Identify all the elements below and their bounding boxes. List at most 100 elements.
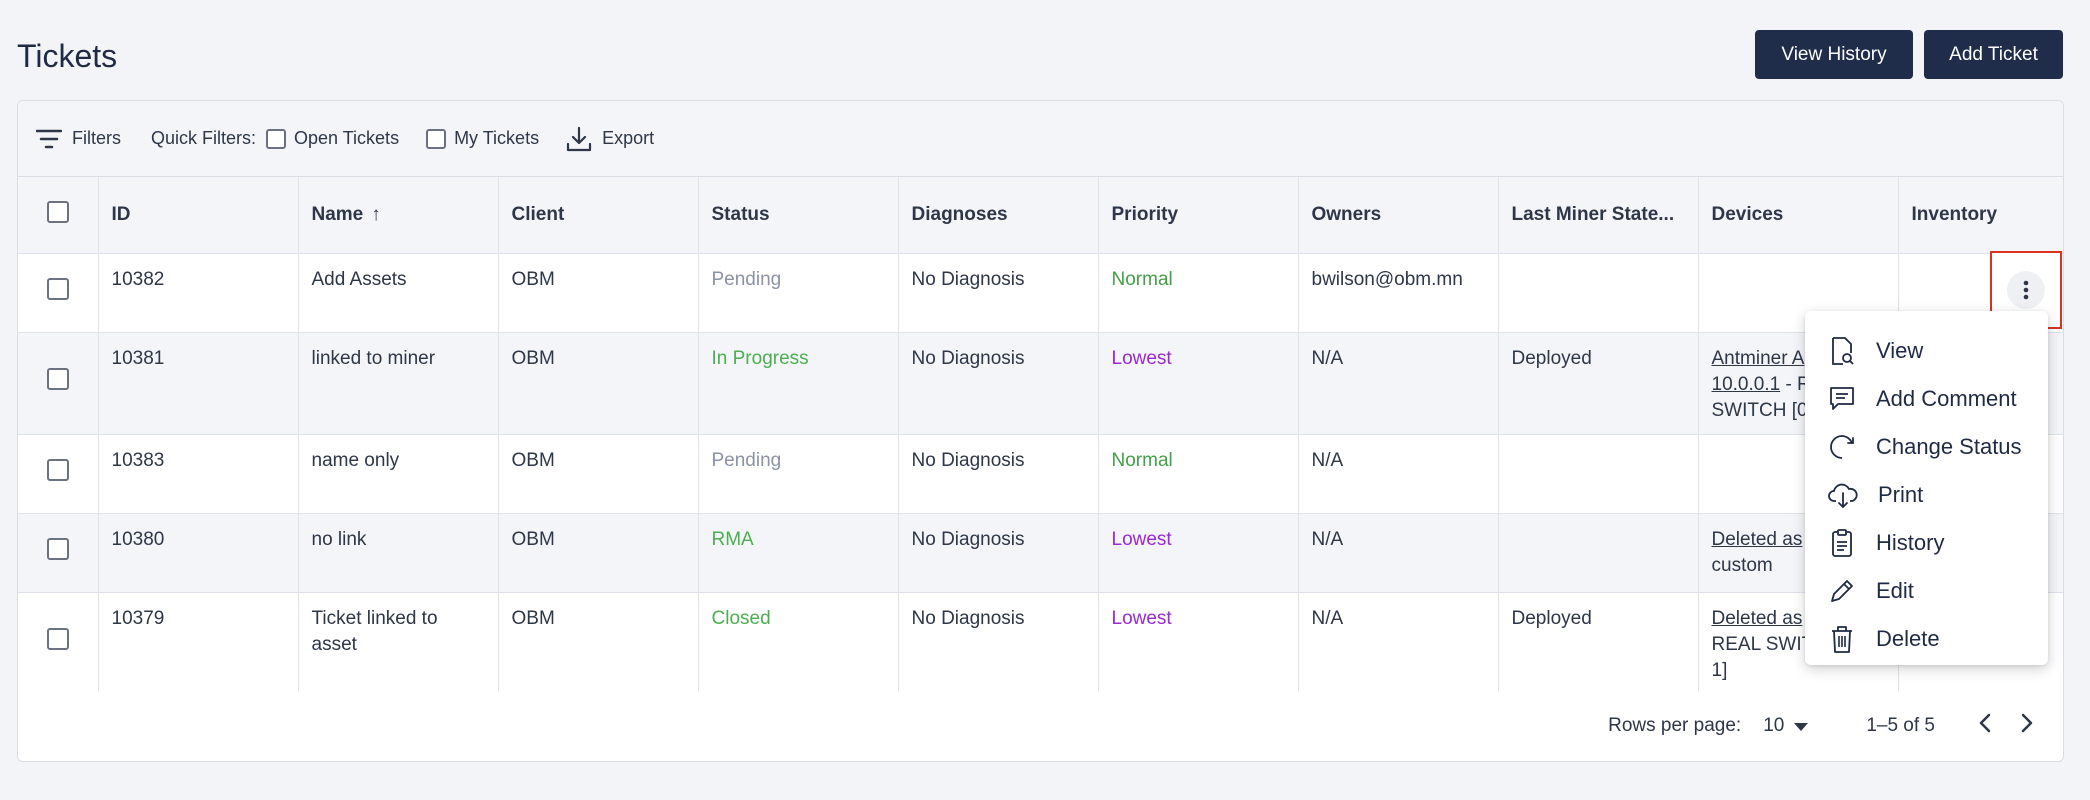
select-all-checkbox[interactable] [46,200,69,223]
filters-label: Filters [72,128,121,148]
pager [1979,713,2033,739]
filters-button[interactable]: Filters [36,128,121,149]
menu-item-edit[interactable]: Edit [1805,567,2048,615]
more-vertical-icon [2023,280,2029,300]
previous-page-button[interactable] [1979,713,1991,739]
column-header-client[interactable]: Client [498,177,699,254]
row-select-cell [18,434,99,514]
column-header-inventory[interactable]: Inventory [1898,177,2063,254]
menu-item-add-comment-label: Add Comment [1876,386,2017,411]
column-header-devices[interactable]: Devices [1698,177,1899,254]
device-text: custom [1711,554,1773,576]
table-row[interactable]: 10379 Ticket linked to asset OBM Closed … [18,592,2063,694]
cell-last-state: Deployed [1498,332,1699,435]
row-select-cell [18,592,99,694]
column-header-diagnoses[interactable]: Diagnoses [898,177,1099,254]
cell-client: OBM [498,253,699,333]
cell-owners: N/A [1298,332,1499,435]
trash-icon [1832,626,1852,653]
open-tickets-filter[interactable]: Open Tickets [266,128,399,149]
cell-name: name only [298,434,499,514]
row-select-cell [18,332,99,435]
menu-item-change-status-label: Change Status [1876,434,2022,459]
row-checkbox[interactable] [46,537,69,560]
next-page-button[interactable] [2021,713,2033,739]
cell-owners: N/A [1298,434,1499,514]
rows-per-page-label: Rows per page: [1608,715,1742,736]
file-search-icon [1832,337,1854,365]
column-header-id[interactable]: ID [98,177,299,254]
cell-status: In Progress [698,332,899,435]
cell-diagnoses: No Diagnosis [898,253,1099,333]
header-actions: View History Add Ticket [1755,30,2063,79]
cell-last-state [1498,434,1699,514]
my-tickets-filter[interactable]: My Tickets [426,128,539,149]
column-header-owners[interactable]: Owners [1298,177,1499,254]
column-header-last-miner-state[interactable]: Last Miner State... [1498,177,1699,254]
sort-ascending-icon: ↑ [371,203,381,225]
row-select-cell [18,513,99,593]
menu-item-add-comment[interactable]: Add Comment [1805,375,2048,423]
cell-last-state [1498,513,1699,593]
device-link[interactable]: Deleted as [1712,608,1803,629]
select-all-cell [18,177,99,254]
cell-diagnoses: No Diagnosis [898,592,1099,694]
menu-item-change-status[interactable]: Change Status [1805,423,2048,471]
add-ticket-button[interactable]: Add Ticket [1924,30,2063,79]
caret-down-icon [1794,715,1809,737]
cell-diagnoses: No Diagnosis [898,434,1099,514]
menu-item-print-label: Print [1878,482,1924,507]
menu-item-print[interactable]: Print [1805,471,2048,519]
cell-last-state: Deployed [1498,592,1699,694]
menu-item-history[interactable]: History [1805,519,2048,567]
view-history-button[interactable]: View History [1755,30,1913,79]
cell-name: linked to miner [298,332,499,435]
table-row[interactable]: 10381 linked to miner OBM In Progress No… [18,332,2063,435]
row-checkbox[interactable] [46,368,69,390]
column-header-status[interactable]: Status [698,177,899,254]
device-link[interactable]: Antminer A [1712,348,1805,369]
cell-last-state [1498,253,1699,333]
export-button[interactable]: Export [566,126,654,152]
open-tickets-checkbox[interactable] [266,128,287,149]
open-tickets-label: Open Tickets [294,128,400,148]
my-tickets-checkbox[interactable] [426,128,447,149]
download-icon [566,126,592,152]
cell-client: OBM [498,592,699,694]
cell-status: Pending [698,434,899,514]
menu-item-delete-label: Delete [1876,626,1940,651]
cell-priority: Normal [1098,434,1299,514]
cell-name: Ticket linked to asset [298,592,499,694]
row-checkbox[interactable] [46,458,69,481]
cell-status: Pending [698,253,899,333]
row-checkbox[interactable] [46,627,69,650]
cell-priority: Lowest [1098,513,1299,593]
refresh-icon [1830,435,1854,459]
device-text-2: 1] [1711,659,1728,681]
clipboard-icon [1832,529,1852,557]
pagination-footer: Rows per page: 10 1–5 of 5 [18,691,2063,761]
menu-item-history-label: History [1876,530,1945,555]
device-link[interactable]: Deleted as [1712,529,1803,550]
table-row[interactable]: 10382 Add Assets OBM Pending No Diagnosi… [18,253,2063,333]
row-checkbox[interactable] [46,277,69,300]
tickets-card: Filters Quick Filters: Open Tickets My T… [17,100,2064,762]
row-actions-inner [2007,271,2045,309]
table-row[interactable]: 10380 no link OBM RMA No Diagnosis Lowes… [18,513,2063,593]
cell-priority: Lowest [1098,592,1299,694]
menu-item-delete[interactable]: Delete [1805,615,2048,663]
cell-id: 10383 [98,434,299,514]
filter-icon [36,129,62,149]
table-header-row: ID Name ↑ Client Status Diagnoses Priorit… [18,177,2063,254]
rows-per-page-select[interactable]: 10 [1763,715,1809,737]
column-header-priority[interactable]: Priority [1098,177,1299,254]
rows-per-page-value: 10 [1763,715,1785,736]
menu-item-view[interactable]: View [1805,327,2048,375]
device-ip-link[interactable]: 10.0.0.1 [1712,374,1781,395]
table-row[interactable]: 10383 name only OBM Pending No Diagnosis… [18,434,2063,514]
cell-id: 10382 [98,253,299,333]
device-text-2: SWITCH [0 [1711,399,1808,421]
cell-client: OBM [498,332,699,435]
column-header-name[interactable]: Name ↑ [298,177,499,254]
cell-name: Add Assets [298,253,499,333]
